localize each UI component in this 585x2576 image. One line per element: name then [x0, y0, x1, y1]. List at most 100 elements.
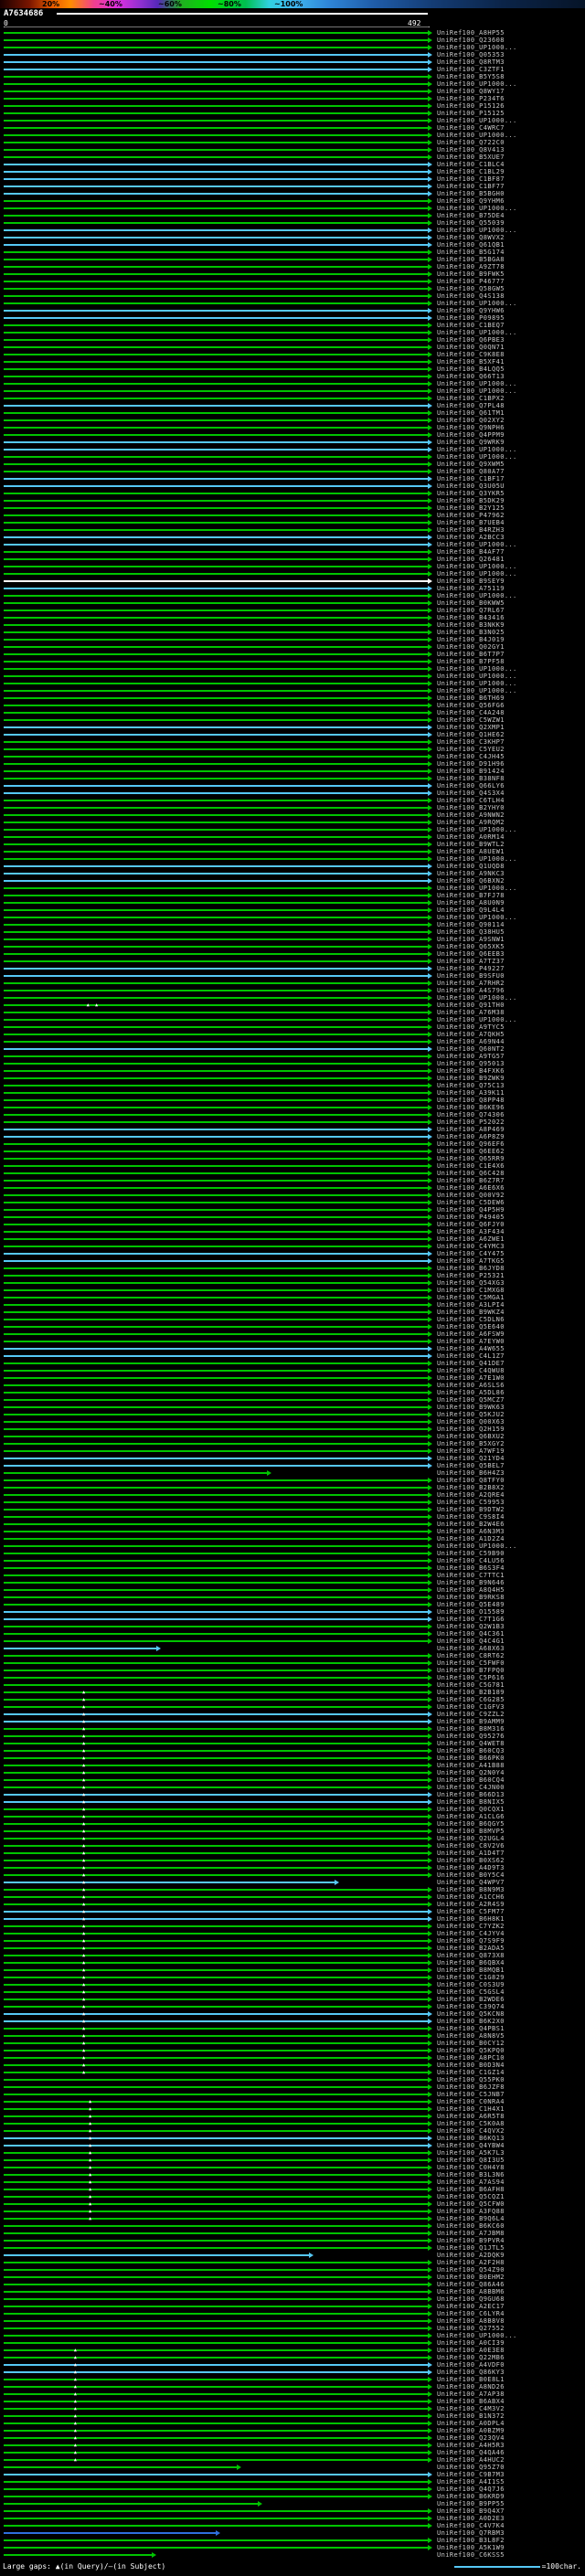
hit-row[interactable]: UniRef100_A75119: [0, 585, 585, 592]
hit-row[interactable]: ▲ UniRef100_A8ND26: [0, 2383, 585, 2390]
hit-label[interactable]: UniRef100_A9TG57: [437, 1053, 505, 1060]
hit-label[interactable]: UniRef100_C4M3V2: [437, 2405, 505, 2412]
hit-row[interactable]: UniRef100_C5FWF0: [0, 1659, 585, 1667]
hit-label[interactable]: UniRef100_Q95Z70: [437, 2464, 505, 2471]
hit-label[interactable]: UniRef100_A4S796: [437, 987, 505, 994]
hit-label[interactable]: UniRef100_A75119: [437, 585, 505, 592]
hit-row[interactable]: UniRef100_C59B90: [0, 1550, 585, 1557]
hit-row[interactable]: UniRef100_C7TTC1: [0, 1572, 585, 1579]
hit-row[interactable]: UniRef100_UP1000...: [0, 563, 585, 570]
hit-label[interactable]: UniRef100_B0CY12: [437, 2040, 505, 2047]
hit-label[interactable]: UniRef100_B4LQQ5: [437, 366, 505, 373]
hit-row[interactable]: ▲ UniRef100_C4QVX2: [0, 2127, 585, 2135]
hit-label[interactable]: UniRef100_B38NF8: [437, 775, 505, 782]
hit-row[interactable]: ▲ UniRef100_C0NRA4: [0, 2098, 585, 2105]
hit-row[interactable]: UniRef100_Q6FJY0: [0, 1221, 585, 1228]
hit-row[interactable]: UniRef100_A9RQM2: [0, 819, 585, 826]
hit-row[interactable]: UniRef100_Q4S3X4: [0, 790, 585, 797]
hit-label[interactable]: UniRef100_B8N9M3: [437, 1886, 505, 1893]
hit-row[interactable]: ▲ UniRef100_A1D4T7: [0, 1850, 585, 1857]
hit-label[interactable]: UniRef100_Q75C13: [437, 1082, 505, 1089]
hit-label[interactable]: UniRef100_UP1000...: [437, 132, 517, 139]
hit-label[interactable]: UniRef100_P234T6: [437, 95, 505, 102]
hit-row[interactable]: UniRef100_Q6EE62: [0, 1148, 585, 1155]
hit-label[interactable]: UniRef100_B9Q4X7: [437, 2507, 505, 2515]
hit-row[interactable]: UniRef100_A6FSW9: [0, 1330, 585, 1338]
hit-label[interactable]: UniRef100_B9Q6L4: [437, 2215, 505, 2222]
hit-label[interactable]: UniRef100_UP1000...: [437, 1542, 517, 1550]
hit-label[interactable]: UniRef100_A7EYW0: [437, 1338, 505, 1345]
hit-label[interactable]: UniRef100_A7WF19: [437, 1447, 505, 1455]
hit-label[interactable]: UniRef100_B0XS62: [437, 1857, 505, 1864]
hit-row[interactable]: ▲ UniRef100_B9AMM9: [0, 1718, 585, 1725]
hit-row[interactable]: UniRef100_C5DLN6: [0, 1316, 585, 1323]
hit-label[interactable]: UniRef100_B6QBX4: [437, 1959, 505, 1966]
hit-label[interactable]: UniRef100_B4RZH3: [437, 526, 505, 534]
hit-label[interactable]: UniRef100_Q5BEL7: [437, 1462, 505, 1469]
hit-row[interactable]: UniRef100_Q7RL67: [0, 607, 585, 614]
hit-row[interactable]: UniRef100_A2BCC3: [0, 534, 585, 541]
hit-row[interactable]: UniRef100_A9SNW1: [0, 936, 585, 943]
hit-row[interactable]: UniRef100_UP1000...: [0, 914, 585, 921]
hit-label[interactable]: UniRef100_A39K11: [437, 1089, 505, 1097]
hit-label[interactable]: UniRef100_A0E3E8: [437, 2347, 505, 2354]
hit-row[interactable]: UniRef100_A7TZ37: [0, 958, 585, 965]
hit-label[interactable]: UniRef100_UP1000...: [437, 80, 517, 88]
hit-row[interactable]: UniRef100_B9PP55: [0, 2500, 585, 2507]
hit-label[interactable]: UniRef100_C1BF87: [437, 175, 505, 183]
hit-label[interactable]: UniRef100_A7QKH5: [437, 1031, 505, 1038]
hit-label[interactable]: UniRef100_B3L3N6: [437, 2171, 505, 2178]
hit-row[interactable]: UniRef100_B6JZF8: [0, 2083, 585, 2091]
hit-label[interactable]: UniRef100_C1GZ14: [437, 2069, 505, 2076]
hit-label[interactable]: UniRef100_UP1000...: [437, 2332, 517, 2339]
hit-row[interactable]: UniRef100_A6ZWE1: [0, 1235, 585, 1243]
hit-label[interactable]: UniRef100_P52022: [437, 1118, 505, 1126]
hit-row[interactable]: ▲ UniRef100_C1GFV3: [0, 1703, 585, 1711]
hit-row[interactable]: UniRef100_UP1000...: [0, 673, 585, 680]
hit-label[interactable]: UniRef100_B7FJ78: [437, 892, 505, 899]
hit-row[interactable]: UniRef100_B3N025: [0, 629, 585, 636]
hit-label[interactable]: UniRef100_UP1000...: [437, 227, 517, 234]
hit-label[interactable]: UniRef100_Q0CQX1: [437, 1806, 505, 1813]
hit-label[interactable]: UniRef100_Q8TFY0: [437, 1477, 505, 1484]
hit-row[interactable]: UniRef100_UP1000...: [0, 2332, 585, 2339]
hit-label[interactable]: UniRef100_Q02XY2: [437, 417, 505, 424]
hit-label[interactable]: UniRef100_Q91TH0: [437, 1002, 505, 1009]
hit-row[interactable]: ▲ UniRef100_A4H5R3: [0, 2442, 585, 2449]
hit-row[interactable]: ▲ UniRef100_Q5CFW0: [0, 2200, 585, 2208]
hit-label[interactable]: UniRef100_C4QVX2: [437, 2127, 505, 2135]
hit-row[interactable]: UniRef100_Q6BXU2: [0, 1433, 585, 1440]
hit-row[interactable]: ▲ UniRef100_B8M316: [0, 1725, 585, 1733]
hit-label[interactable]: UniRef100_Q8PP48: [437, 1097, 505, 1104]
hit-row[interactable]: UniRef100_C5YEU2: [0, 746, 585, 753]
hit-row[interactable]: UniRef100_Q6BXN2: [0, 877, 585, 885]
hit-row[interactable]: UniRef100_A2DQK9: [0, 2252, 585, 2259]
hit-row[interactable]: ▲ UniRef100_A5K7L3: [0, 2149, 585, 2157]
hit-label[interactable]: UniRef100_B9WKZ4: [437, 1309, 505, 1316]
hit-row[interactable]: UniRef100_P52022: [0, 1118, 585, 1126]
hit-label[interactable]: UniRef100_UP1000...: [437, 541, 517, 548]
hit-row[interactable]: UniRef100_C9B7M3: [0, 2471, 585, 2478]
hit-row[interactable]: UniRef100_B6Z7R7: [0, 1177, 585, 1184]
hit-row[interactable]: UniRef100_C3ZTF1: [0, 66, 585, 73]
hit-row[interactable]: UniRef100_C6KSS5: [0, 2551, 585, 2559]
hit-row[interactable]: UniRef100_O15589: [0, 1608, 585, 1616]
hit-row[interactable]: UniRef100_C4JH45: [0, 753, 585, 760]
hit-label[interactable]: UniRef100_A7AS94: [437, 2178, 505, 2186]
hit-label[interactable]: UniRef100_Q5E489: [437, 1601, 505, 1608]
hit-row[interactable]: UniRef100_B2W4E6: [0, 1521, 585, 1528]
hit-row[interactable]: UniRef100_B2Y125: [0, 504, 585, 512]
hit-label[interactable]: UniRef100_Q61QB1: [437, 241, 505, 249]
hit-row[interactable]: UniRef100_C1MXG8: [0, 1287, 585, 1294]
hit-row[interactable]: UniRef100_A0CI39: [0, 2339, 585, 2347]
hit-row[interactable]: ▲ UniRef100_Q4YBW4: [0, 2142, 585, 2149]
hit-label[interactable]: UniRef100_Q8RTM3: [437, 58, 505, 66]
hit-label[interactable]: UniRef100_B3N025: [437, 629, 505, 636]
hit-row[interactable]: UniRef100_Q6PBE3: [0, 336, 585, 344]
hit-row[interactable]: UniRef100_A6SLS6: [0, 1382, 585, 1389]
hit-row[interactable]: UniRef100_B7FJ78: [0, 892, 585, 899]
hit-label[interactable]: UniRef100_B2W4E6: [437, 1521, 505, 1528]
hit-row[interactable]: UniRef100_A6N3M3: [0, 1528, 585, 1535]
hit-row[interactable]: UniRef100_Q9L4L4: [0, 906, 585, 914]
hit-row[interactable]: UniRef100_C1BF17: [0, 475, 585, 482]
